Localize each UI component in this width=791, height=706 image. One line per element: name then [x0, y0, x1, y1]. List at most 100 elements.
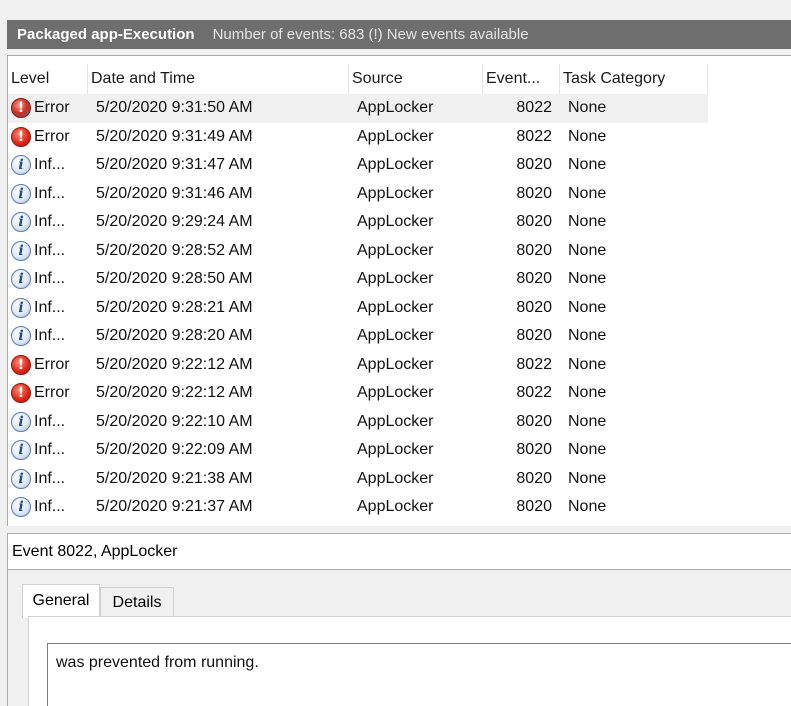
event-id-cell: 8022 — [516, 355, 552, 373]
table-row[interactable]: ! Error 5/20/2020 9:31:49 AM AppLocker 8022 N… — [8, 123, 791, 152]
table-row[interactable]: i Inf... 5/20/2020 9:31:46 AM AppLocker 8020… — [8, 180, 791, 209]
table-row[interactable]: i Inf... 5/20/2020 9:21:38 AM AppLocker 8020… — [8, 465, 791, 494]
info-icon: i — [11, 183, 31, 204]
task-category-cell: None — [568, 127, 607, 145]
event-id-cell: 8020 — [516, 327, 552, 344]
task-category-cell: None — [568, 327, 607, 344]
table-row[interactable]: i Inf... 5/20/2020 9:29:24 AM AppLocker 8020… — [8, 208, 791, 237]
tab-general[interactable]: General — [22, 584, 100, 618]
date-time-cell: 5/20/2020 9:31:47 AM — [96, 156, 253, 173]
table-row[interactable]: ! Error 5/20/2020 9:22:12 AM AppLocker 8022 N… — [8, 379, 791, 408]
event-id-cell: 8022 — [516, 384, 552, 401]
info-icon: i — [11, 440, 31, 460]
tab-details[interactable]: Details — [100, 587, 174, 616]
event-details-panel: Event 8022, AppLocker General Details wa… — [7, 533, 791, 706]
general-tab-body: was prevented from running. — [28, 616, 791, 706]
source-cell: AppLocker — [357, 213, 434, 230]
level-cell: Inf... — [34, 156, 66, 173]
column-header-task-category[interactable]: Task Category — [560, 64, 708, 94]
info-icon: i — [11, 212, 31, 232]
date-time-cell: 5/20/2020 9:28:52 AM — [96, 241, 253, 259]
event-count-text: Number of events: 683 (!) New events ava… — [212, 26, 529, 43]
log-name: Packaged app-Execution — [17, 26, 195, 43]
events-list[interactable]: Level Date and Time Source Event... Task… — [7, 55, 791, 526]
table-row[interactable]: i Inf... 5/20/2020 9:21:37 AM AppLocker 8020… — [8, 493, 791, 522]
task-category-cell: None — [568, 213, 607, 230]
level-cell: Inf... — [34, 327, 66, 344]
error-icon: ! — [11, 354, 31, 375]
date-time-cell: 5/20/2020 9:22:12 AM — [96, 355, 253, 373]
error-icon: ! — [11, 98, 31, 118]
info-icon: i — [11, 326, 31, 346]
info-icon: i — [11, 497, 31, 517]
date-time-cell: 5/20/2020 9:31:49 AM — [96, 127, 253, 145]
info-icon: i — [11, 155, 31, 175]
date-time-cell: 5/20/2020 9:28:20 AM — [96, 327, 253, 344]
source-cell: AppLocker — [357, 298, 434, 316]
event-id-cell: 8020 — [516, 213, 552, 230]
event-viewer-window: Packaged app-Execution Number of events:… — [0, 0, 791, 706]
events-rows: ! Error 5/20/2020 9:31:50 AM AppLocker 8022 N… — [8, 94, 791, 522]
error-icon: ! — [11, 383, 31, 403]
table-row[interactable]: i Inf... 5/20/2020 9:28:21 AM AppLocker 8020… — [8, 294, 791, 323]
level-cell: Inf... — [34, 241, 66, 259]
log-header-bar: Packaged app-Execution Number of events:… — [7, 20, 791, 49]
event-id-cell: 8020 — [516, 498, 552, 515]
task-category-cell: None — [568, 270, 607, 287]
event-id-cell: 8020 — [516, 412, 552, 430]
task-category-cell: None — [568, 355, 607, 373]
source-cell: AppLocker — [357, 156, 434, 173]
level-cell: Inf... — [34, 498, 66, 515]
date-time-cell: 5/20/2020 9:21:38 AM — [96, 469, 253, 487]
error-icon: ! — [11, 126, 31, 147]
date-time-cell: 5/20/2020 9:21:37 AM — [96, 498, 253, 515]
source-cell: AppLocker — [357, 270, 434, 287]
table-row[interactable]: i Inf... 5/20/2020 9:28:50 AM AppLocker 8020… — [8, 265, 791, 294]
date-time-cell: 5/20/2020 9:22:10 AM — [96, 412, 253, 430]
event-title: Event 8022, AppLocker — [8, 534, 791, 570]
level-cell: Inf... — [34, 298, 66, 316]
table-row[interactable]: i Inf... 5/20/2020 9:28:52 AM AppLocker 8020… — [8, 237, 791, 266]
table-row[interactable]: ! Error 5/20/2020 9:31:50 AM AppLocker 8022 N… — [8, 94, 708, 123]
info-icon: i — [11, 297, 31, 318]
table-row[interactable]: i Inf... 5/20/2020 9:22:09 AM AppLocker 8020… — [8, 436, 791, 465]
info-icon: i — [11, 411, 31, 432]
date-time-cell: 5/20/2020 9:22:12 AM — [96, 384, 253, 401]
info-icon: i — [11, 269, 31, 289]
event-id-cell: 8020 — [516, 184, 552, 202]
table-row[interactable]: i Inf... 5/20/2020 9:22:10 AM AppLocker 8020… — [8, 408, 791, 437]
source-cell: AppLocker — [357, 127, 434, 145]
level-cell: Inf... — [34, 213, 66, 230]
info-icon: i — [11, 240, 31, 261]
source-cell: AppLocker — [357, 99, 434, 116]
table-row[interactable]: i Inf... 5/20/2020 9:28:20 AM AppLocker 8020… — [8, 322, 791, 351]
table-row[interactable]: ! Error 5/20/2020 9:22:12 AM AppLocker 8022 N… — [8, 351, 791, 380]
column-header-source[interactable]: Source — [349, 64, 483, 94]
info-icon: i — [11, 468, 31, 489]
task-category-cell: None — [568, 498, 607, 515]
event-id-cell: 8020 — [516, 469, 552, 487]
task-category-cell: None — [568, 384, 607, 401]
source-cell: AppLocker — [357, 412, 434, 430]
event-id-cell: 8020 — [516, 241, 552, 259]
top-strip — [0, 0, 791, 20]
column-header-event-id[interactable]: Event... — [483, 64, 560, 94]
level-cell: Error — [34, 127, 70, 145]
level-cell: Inf... — [34, 184, 66, 202]
task-category-cell: None — [568, 298, 607, 316]
source-cell: AppLocker — [357, 355, 434, 373]
event-id-cell: 8022 — [516, 99, 552, 116]
level-cell: Error — [34, 99, 70, 116]
source-cell: AppLocker — [357, 441, 434, 458]
task-category-cell: None — [568, 241, 607, 259]
level-cell: Inf... — [34, 270, 66, 287]
column-header-date-time[interactable]: Date and Time — [88, 64, 349, 94]
event-description[interactable]: was prevented from running. — [47, 643, 791, 706]
task-category-cell: None — [568, 412, 607, 430]
date-time-cell: 5/20/2020 9:22:09 AM — [96, 441, 253, 458]
event-id-cell: 8020 — [516, 298, 552, 316]
table-row[interactable]: i Inf... 5/20/2020 9:31:47 AM AppLocker 8020… — [8, 151, 791, 180]
column-header-level[interactable]: Level — [8, 64, 88, 94]
source-cell: AppLocker — [357, 384, 434, 401]
event-id-cell: 8020 — [516, 270, 552, 287]
